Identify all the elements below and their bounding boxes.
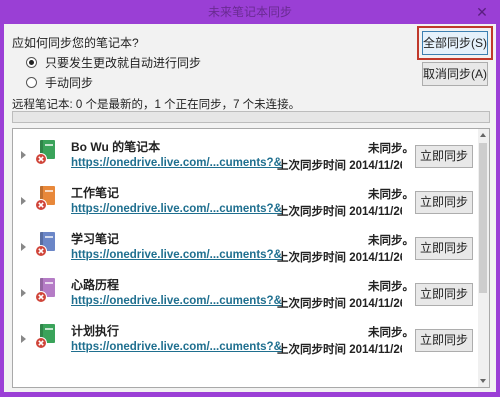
notebook-last-sync: 上次同步时间 2014/11/26. — [277, 160, 402, 172]
notebook-icon — [35, 140, 55, 165]
radio-button[interactable] — [26, 76, 37, 88]
notebook-sync-status: 未同步。 — [368, 235, 414, 247]
scroll-up-icon[interactable] — [480, 133, 486, 137]
notebook-name: 工作笔记 — [71, 186, 120, 200]
sync-all-button[interactable]: 全部同步(S) — [422, 31, 488, 55]
title-bar: 未来笔记本同步 ✕ — [0, 0, 500, 24]
notebook-name: Bo Wu 的笔记本 — [71, 140, 161, 154]
window-title: 未来笔记本同步 — [207, 5, 292, 19]
scroll-down-icon[interactable] — [480, 379, 486, 383]
expand-arrow-icon[interactable] — [21, 243, 26, 251]
radio-button-checked[interactable] — [26, 56, 37, 68]
notebook-sync-status: 未同步。 — [368, 143, 414, 155]
sync-dialog: 应如何同步您的笔记本? 只要发生更改就自动进行同步 手动同步 远程笔记本: 0 … — [4, 24, 496, 392]
notebook-icon — [35, 186, 55, 211]
sync-progress-bar — [12, 111, 490, 123]
sync-now-button[interactable]: 立即同步 — [415, 283, 473, 306]
sync-summary: 远程笔记本: 0 个是最新的，1 个正在同步，7 个未连接。 — [12, 99, 301, 111]
notebook-row[interactable]: 心路历程 https://onedrive.live.com/...cuments… — [13, 273, 479, 318]
expand-arrow-icon[interactable] — [21, 335, 26, 343]
expand-arrow-icon[interactable] — [21, 289, 26, 297]
notebook-url-link[interactable]: https://onedrive.live.com/...cuments?& — [71, 203, 282, 215]
close-icon[interactable]: ✕ — [472, 4, 492, 20]
notebook-row[interactable]: Bo Wu 的笔记本 https://onedrive.live.com/...c… — [13, 135, 479, 180]
notebook-last-sync: 上次同步时间 2014/11/26. — [277, 298, 402, 310]
radio-manual-sync[interactable]: 手动同步 — [26, 74, 93, 90]
sync-now-button[interactable]: 立即同步 — [415, 191, 473, 214]
notebook-sync-status: 未同步。 — [368, 281, 414, 293]
notebook-url-link[interactable]: https://onedrive.live.com/...cuments?& — [71, 249, 282, 261]
expand-arrow-icon[interactable] — [21, 197, 26, 205]
notebook-name: 学习笔记 — [71, 232, 120, 246]
radio-manual-sync-label: 手动同步 — [45, 75, 94, 90]
scroll-thumb[interactable] — [479, 143, 487, 293]
notebook-url-link[interactable]: https://onedrive.live.com/...cuments?& — [71, 157, 282, 169]
notebook-url-link[interactable]: https://onedrive.live.com/...cuments?& — [71, 341, 282, 353]
sync-now-button[interactable]: 立即同步 — [415, 329, 473, 352]
notebook-name: 心路历程 — [71, 278, 120, 292]
notebook-sync-status: 未同步。 — [368, 189, 414, 201]
notebook-row[interactable]: 学习笔记 https://onedrive.live.com/...cuments… — [13, 227, 479, 272]
notebook-icon — [35, 232, 55, 257]
notebook-icon — [35, 278, 55, 303]
notebook-sync-status: 未同步。 — [368, 327, 414, 339]
notebook-last-sync: 上次同步时间 2014/11/26. — [277, 252, 402, 264]
notebook-last-sync: 上次同步时间 2014/11/26. — [277, 206, 402, 218]
notebook-row[interactable]: 计划执行 https://onedrive.live.com/...cuments… — [13, 319, 479, 364]
cancel-sync-button[interactable]: 取消同步(A) — [422, 62, 488, 86]
sync-now-button[interactable]: 立即同步 — [415, 237, 473, 260]
notebook-last-sync: 上次同步时间 2014/11/26. — [277, 344, 402, 356]
radio-auto-sync[interactable]: 只要发生更改就自动进行同步 — [26, 54, 201, 70]
notebook-url-link[interactable]: https://onedrive.live.com/...cuments?& — [71, 295, 282, 307]
radio-auto-sync-label: 只要发生更改就自动进行同步 — [45, 55, 202, 70]
sync-now-button[interactable]: 立即同步 — [415, 145, 473, 168]
sync-question: 应如何同步您的笔记本? — [12, 36, 139, 50]
expand-arrow-icon[interactable] — [21, 151, 26, 159]
vertical-scrollbar[interactable] — [478, 129, 489, 387]
notebook-row[interactable]: 工作笔记 https://onedrive.live.com/...cuments… — [13, 181, 479, 226]
notebook-name: 计划执行 — [71, 324, 120, 338]
notebook-list: Bo Wu 的笔记本 https://onedrive.live.com/...c… — [12, 128, 490, 388]
notebook-icon — [35, 324, 55, 349]
